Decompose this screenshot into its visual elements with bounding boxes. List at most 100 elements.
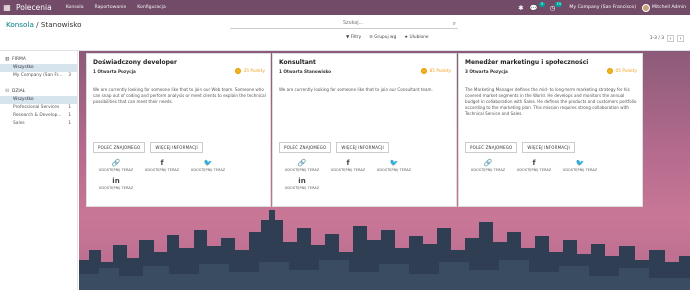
users-icon: ☷ <box>5 89 9 94</box>
more-info-button[interactable]: WIĘCEJ INFORMACJI <box>522 142 575 153</box>
sidebar-item-label: Professional Services <box>13 105 60 110</box>
search-icon[interactable]: ⌕ <box>453 18 456 29</box>
job-title[interactable]: Konsultant <box>279 59 316 66</box>
open-positions: 1 Otwarta Stanowisko <box>279 69 332 74</box>
sidebar-section-company: ▥ FIRMA <box>0 57 77 62</box>
points-label: 05 Punkty <box>615 68 637 74</box>
sidebar-item-label: Research & Develop... <box>13 113 62 118</box>
filter-icon: ▼ <box>346 35 350 40</box>
building-icon: ▥ <box>5 57 10 62</box>
sidebar-item-company-all[interactable]: Wszystko <box>0 64 77 72</box>
app-name[interactable]: Polecenia <box>16 3 52 12</box>
share-label: UDOSTĘPNIJ TERAZ <box>376 168 412 172</box>
filters-button[interactable]: ▼ Filtry <box>346 35 361 40</box>
breadcrumb: Konsola / Stanowisko <box>6 20 82 29</box>
pager-next-icon[interactable]: › <box>677 35 684 42</box>
share-links: 🔗 UDOSTĘPNIJ TERAZ f UDOSTĘPNIJ TERAZ 🐦 UDO… <box>279 158 454 190</box>
sidebar-item-professional-services[interactable]: Professional Services 1 <box>0 104 77 112</box>
groupby-button[interactable]: ≡ Grupuj wg <box>369 35 396 40</box>
share-label: UDOSTĘPNIJ TERAZ <box>98 186 134 190</box>
more-info-button[interactable]: WIĘCEJ INFORMACJI <box>336 142 389 153</box>
coin-icon <box>607 68 614 74</box>
share-label: UDOSTĘPNIJ TERAZ <box>470 168 506 172</box>
bug-icon[interactable]: ✱ <box>518 4 523 12</box>
pager-prev-icon[interactable]: ‹ <box>667 35 674 42</box>
breadcrumb-parent[interactable]: Konsola <box>6 20 34 29</box>
sidebar-item-count: 1 <box>68 113 71 118</box>
user-menu[interactable]: Mitchell Admin <box>642 3 686 12</box>
points-badge: 35 Punkty <box>235 68 265 74</box>
sidebar-item-department-all[interactable]: Wszystko <box>0 96 77 104</box>
share-link[interactable]: 🔗 UDOSTĘPNIJ TERAZ <box>93 158 139 172</box>
refer-friend-button[interactable]: POLEĆ ZNAJOMEGO <box>465 142 518 153</box>
job-card: Konsultant 1 Otwarta Stanowisko 85 Punkt… <box>272 53 457 207</box>
filter-bar: ▼ Filtry ≡ Grupuj wg ★ Ulubione <box>346 35 429 40</box>
sidebar-item-sales[interactable]: Sales 1 <box>0 120 77 128</box>
search-panel: ▥ FIRMA Wszystko My Company (San Fr... 3… <box>0 51 78 290</box>
refer-friend-button[interactable]: POLEĆ ZNAJOMEGO <box>279 142 332 153</box>
star-icon: ★ <box>404 35 409 40</box>
sidebar-item-label: My Company (San Fr... <box>13 73 63 78</box>
share-facebook[interactable]: f UDOSTĘPNIJ TERAZ <box>325 158 371 172</box>
control-panel: Konsola / Stanowisko Szukaj... ⌕ ▼ Filtr… <box>0 15 690 51</box>
more-info-button[interactable]: WIĘCEJ INFORMACJI <box>150 142 203 153</box>
share-label: UDOSTĘPNIJ TERAZ <box>284 168 320 172</box>
sidebar-section-title: DZIAŁ <box>11 89 26 94</box>
breadcrumb-separator: / <box>36 20 39 29</box>
points-badge: 85 Punkty <box>421 68 451 74</box>
share-facebook[interactable]: f UDOSTĘPNIJ TERAZ <box>139 158 185 172</box>
points-badge: 05 Punkty <box>607 68 637 74</box>
share-links: 🔗 UDOSTĘPNIJ TERAZ f UDOSTĘPNIJ TERAZ 🐦 UDO… <box>465 158 640 172</box>
sidebar-item-count: 1 <box>68 121 71 126</box>
discuss-badge: 5 <box>539 1 545 7</box>
share-linkedin[interactable]: in UDOSTĘPNIJ TERAZ <box>93 176 139 190</box>
job-title[interactable]: Doświadczony developer <box>93 59 177 66</box>
share-facebook[interactable]: f UDOSTĘPNIJ TERAZ <box>511 158 557 172</box>
refer-friend-button[interactable]: POLEĆ ZNAJOMEGO <box>93 142 146 153</box>
linkedin-icon: in <box>298 177 306 185</box>
sidebar-item-my-company[interactable]: My Company (San Fr... 3 <box>0 72 77 80</box>
menu-konfiguracja[interactable]: Konfiguracja <box>137 5 166 10</box>
share-links: 🔗 UDOSTĘPNIJ TERAZ f UDOSTĘPNIJ TERAZ 🐦 UDO… <box>93 158 268 190</box>
facebook-icon: f <box>346 159 350 167</box>
menu-raportowanie[interactable]: Raportowanie <box>95 5 127 10</box>
job-description: We are currently looking for someone lik… <box>93 87 266 104</box>
sidebar-item-count: 3 <box>68 73 71 78</box>
apps-menu-icon[interactable]: ▦ <box>0 0 14 15</box>
share-label: UDOSTĘPNIJ TERAZ <box>516 168 552 172</box>
job-title[interactable]: Menedżer marketingu i społeczności <box>465 59 588 66</box>
company-switcher[interactable]: My Company (San Francisco) <box>569 5 636 10</box>
linkedin-icon: in <box>112 177 120 185</box>
twitter-icon: 🐦 <box>575 159 585 167</box>
search-input[interactable]: Szukaj... ⌕ <box>230 18 458 29</box>
share-linkedin[interactable]: in UDOSTĘPNIJ TERAZ <box>279 176 325 190</box>
coin-icon <box>235 68 242 74</box>
navbar-systray: ✱ 💬 5 ◷ 74 My Company (San Francisco) Mitc… <box>518 0 686 15</box>
facebook-icon: f <box>532 159 536 167</box>
menu-konsola[interactable]: Konsola <box>66 5 84 10</box>
activity-icon[interactable]: ◷ 74 <box>550 1 563 12</box>
share-label: UDOSTĘPNIJ TERAZ <box>190 168 226 172</box>
link-icon: 🔗 <box>297 159 307 167</box>
discuss-icon[interactable]: 💬 5 <box>530 1 545 12</box>
share-label: UDOSTĘPNIJ TERAZ <box>284 186 320 190</box>
filters-label: Filtry <box>350 35 362 40</box>
layers-icon: ≡ <box>369 35 373 40</box>
avatar <box>642 3 651 12</box>
pager: 1-3 / 3 ‹ › <box>650 35 684 42</box>
share-link[interactable]: 🔗 UDOSTĘPNIJ TERAZ <box>279 158 325 172</box>
favorites-button[interactable]: ★ Ulubione <box>404 35 428 40</box>
facebook-icon: f <box>160 159 164 167</box>
pager-value[interactable]: 1-3 / 3 <box>650 36 664 41</box>
share-twitter[interactable]: 🐦 UDOSTĘPNIJ TERAZ <box>185 158 231 172</box>
job-description: The Marketing Manager defines the mid- t… <box>465 87 637 116</box>
share-twitter[interactable]: 🐦 UDOSTĘPNIJ TERAZ <box>371 158 417 172</box>
sidebar-item-label: Wszystko <box>13 65 34 70</box>
user-name: Mitchell Admin <box>652 5 686 10</box>
points-label: 85 Punkty <box>429 68 451 74</box>
sidebar-item-research-development[interactable]: Research & Develop... 1 <box>0 112 77 120</box>
breadcrumb-current: Stanowisko <box>40 20 82 29</box>
share-link[interactable]: 🔗 UDOSTĘPNIJ TERAZ <box>465 158 511 172</box>
sidebar-section-title: FIRMA <box>12 57 26 62</box>
share-twitter[interactable]: 🐦 UDOSTĘPNIJ TERAZ <box>557 158 603 172</box>
